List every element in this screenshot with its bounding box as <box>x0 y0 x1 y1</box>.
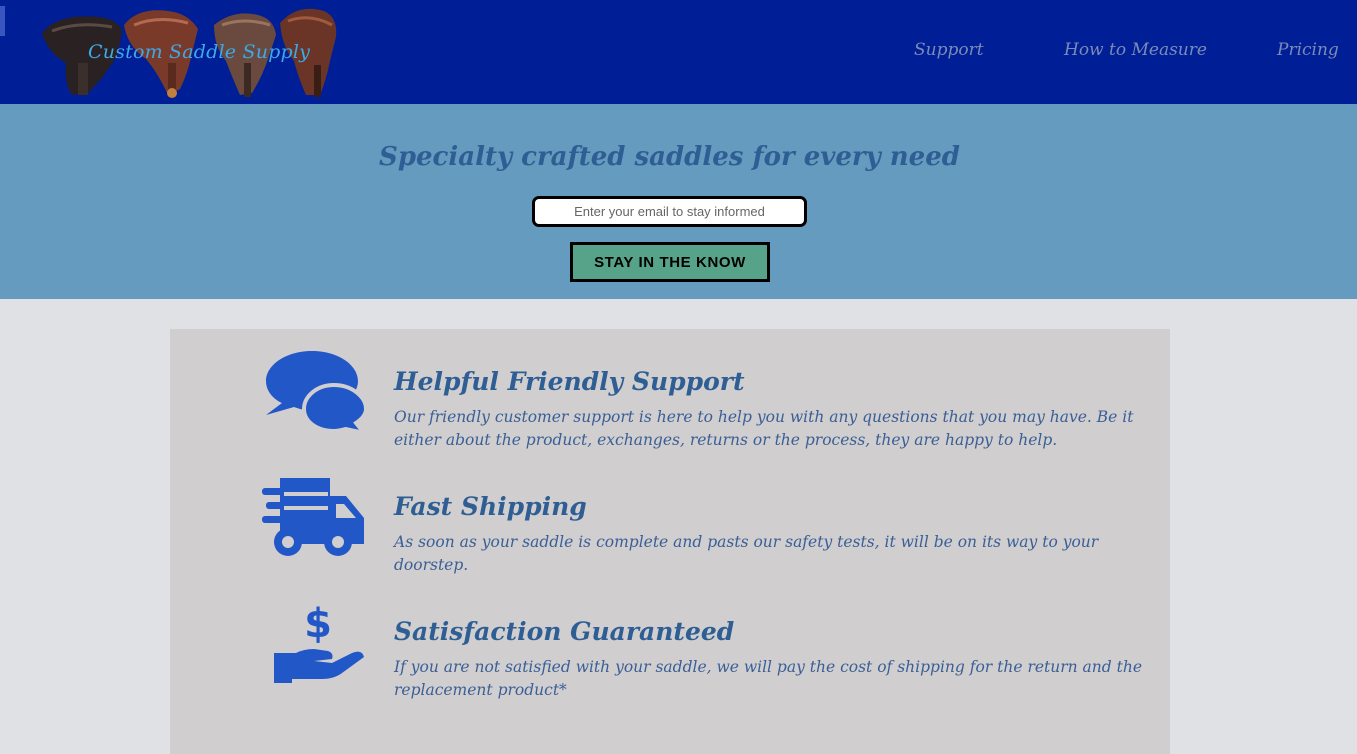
feature-support: Helpful Friendly Support Our friendly cu… <box>170 349 1170 459</box>
feature-text: Our friendly customer support is here to… <box>394 408 1134 449</box>
site-header: Custom Saddle Supply Support How to Meas… <box>0 0 1357 104</box>
stay-in-the-know-button[interactable]: STAY IN THE KNOW <box>570 242 770 282</box>
hero-title: Specialty crafted saddles for every need <box>379 142 960 172</box>
email-input[interactable] <box>532 196 807 227</box>
logo[interactable]: Custom Saddle Supply <box>38 3 338 101</box>
logo-text: Custom Saddle Supply <box>88 41 311 63</box>
feature-heading: Fast Shipping <box>394 492 587 521</box>
svg-text:$: $ <box>304 601 332 647</box>
nav-pricing[interactable]: Pricing <box>1277 40 1339 60</box>
features-panel: Helpful Friendly Support Our friendly cu… <box>170 329 1170 754</box>
corner-mark <box>0 6 5 36</box>
nav-support[interactable]: Support <box>914 40 984 60</box>
feature-heading: Satisfaction Guaranteed <box>394 617 735 646</box>
feature-guarantee: $ Satisfaction Guaranteed If you are not… <box>170 599 1170 709</box>
feature-heading: Helpful Friendly Support <box>394 367 745 396</box>
hero-section: Specialty crafted saddles for every need… <box>0 104 1357 299</box>
chat-bubbles-icon <box>266 351 366 433</box>
nav-how-to-measure[interactable]: How to Measure <box>1064 40 1207 60</box>
feature-shipping: Fast Shipping As soon as your saddle is … <box>170 474 1170 584</box>
hand-dollar-icon: $ <box>274 601 364 683</box>
feature-text: If you are not satisfied with your saddl… <box>394 658 1143 699</box>
delivery-truck-icon <box>262 478 364 556</box>
feature-text: As soon as your saddle is complete and p… <box>394 533 1099 574</box>
